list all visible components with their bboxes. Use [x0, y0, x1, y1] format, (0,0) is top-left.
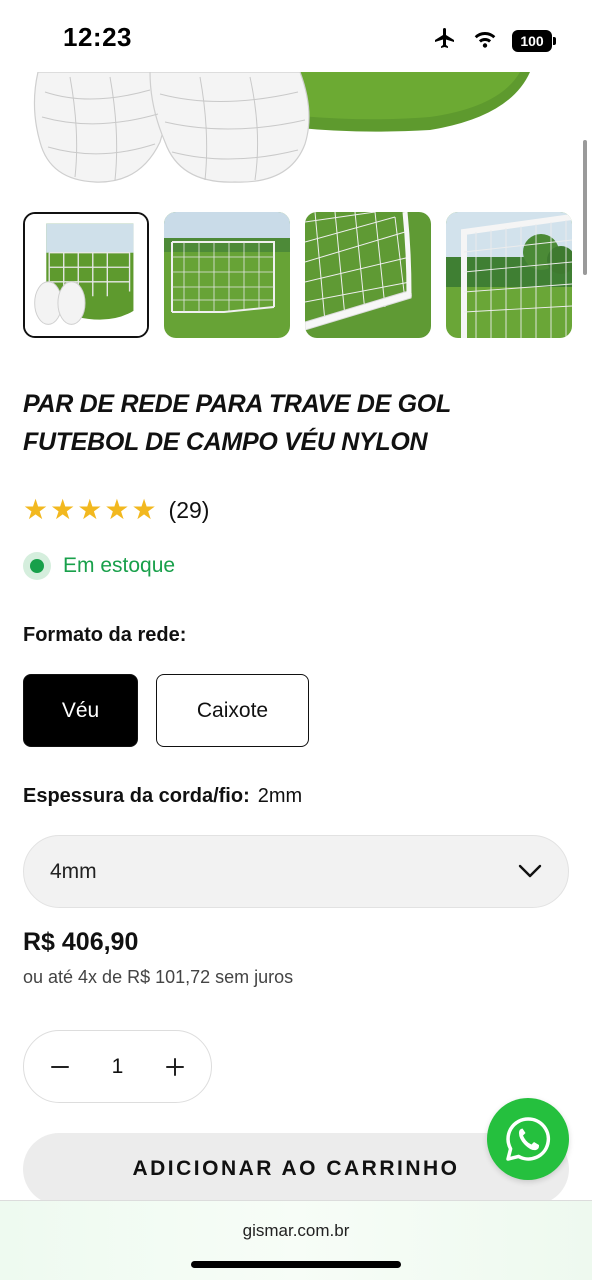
thickness-select-value: 4mm — [50, 859, 97, 883]
page-scrollbar[interactable] — [583, 140, 587, 275]
thickness-label: Espessura da corda/fio: 2mm — [23, 785, 302, 808]
product-rating[interactable]: ★ ★ ★ ★ ★ (29) — [23, 495, 209, 525]
status-time: 12:23 — [63, 22, 132, 52]
status-bar: 12:23 100 — [0, 0, 592, 72]
status-icons: 100 — [432, 26, 556, 55]
product-title: PAR DE REDE PARA TRAVE DE GOL FUTEBOL DE… — [23, 385, 563, 461]
thickness-current-value: 2mm — [257, 785, 303, 807]
whatsapp-icon[interactable] — [487, 1098, 569, 1180]
product-title-line-1: PAR DE REDE PARA TRAVE DE GOL — [23, 390, 451, 418]
browser-url[interactable]: gismar.com.br — [0, 1221, 592, 1241]
star-icon: ★ — [77, 494, 103, 525]
wifi-icon — [472, 27, 498, 54]
airplane-icon — [432, 26, 458, 55]
installments-text: ou até 4x de R$ 101,72 sem juros — [23, 967, 294, 987]
quantity-stepper: 1 — [23, 1030, 212, 1103]
thickness-select[interactable]: 4mm — [23, 835, 569, 908]
thumbnail-4[interactable] — [446, 212, 572, 338]
home-indicator[interactable] — [191, 1261, 401, 1268]
minus-icon[interactable] — [46, 1053, 74, 1081]
format-options: Véu Caixote — [23, 674, 309, 747]
thumbnail-3[interactable] — [305, 212, 431, 338]
star-icon: ★ — [104, 494, 130, 525]
chevron-down-icon — [518, 860, 542, 884]
thumbnail-2[interactable] — [164, 212, 290, 338]
format-option-caixote[interactable]: Caixote — [156, 674, 309, 747]
product-title-line-2: FUTEBOL DE CAMPO VÉU NYLON — [23, 428, 428, 456]
star-icon: ★ — [50, 494, 76, 525]
stock-indicator-icon — [23, 552, 51, 580]
stock-status: Em estoque — [23, 552, 175, 580]
format-label: Formato da rede: — [23, 624, 187, 646]
stock-text: Em estoque — [63, 554, 176, 577]
battery-icon: 100 — [512, 29, 556, 52]
product-price: R$ 406,90 — [23, 928, 139, 956]
format-option-veu[interactable]: Véu — [23, 674, 138, 747]
thumbnail-1[interactable] — [23, 212, 149, 338]
rating-count: (29) — [168, 496, 210, 523]
star-icon: ★ — [23, 494, 49, 525]
plus-icon[interactable] — [161, 1053, 189, 1081]
thickness-label-text: Espessura da corda/fio: — [23, 785, 250, 807]
star-icon: ★ — [131, 494, 157, 525]
browser-bottom-bar: gismar.com.br — [0, 1200, 592, 1280]
thumbnail-gallery — [23, 212, 572, 338]
rating-stars: ★ ★ ★ ★ ★ — [23, 495, 157, 525]
quantity-value[interactable]: 1 — [112, 1055, 124, 1079]
product-main-image[interactable] — [0, 72, 592, 192]
